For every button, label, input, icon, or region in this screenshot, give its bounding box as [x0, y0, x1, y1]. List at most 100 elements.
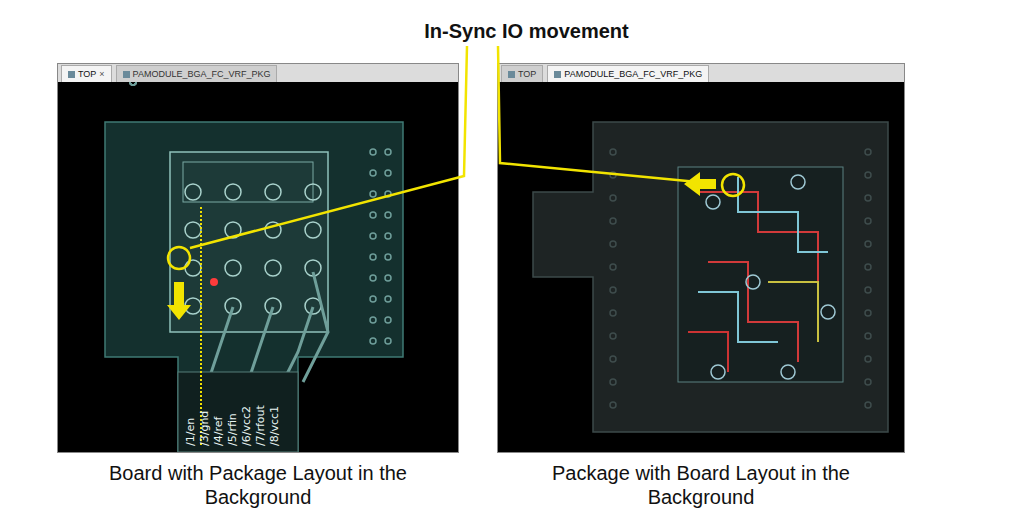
via-icon — [385, 170, 391, 176]
package-outline — [170, 152, 328, 332]
via-icon — [130, 82, 136, 85]
via-icon — [610, 333, 616, 339]
via-icon — [865, 241, 871, 247]
via-icon — [370, 233, 376, 239]
via-icon — [370, 149, 376, 155]
figure-title: In-Sync IO movement — [424, 20, 629, 43]
via-icon — [865, 379, 871, 385]
down-arrow-icon — [167, 282, 191, 320]
via-icon — [385, 191, 391, 197]
via-icon — [610, 172, 616, 178]
ball-pad-icon — [185, 260, 201, 276]
pin-label: /8/vcc1 — [268, 406, 281, 446]
tab-label: PAMODULE_BGA_FC_VRF_PKG — [133, 69, 271, 79]
layout-window: TOP× PAMODULE_BGA_FC_VRF_PKG/1/en/3/gnd/4… — [57, 63, 459, 453]
via-icon — [370, 212, 376, 218]
board-footprint — [678, 167, 843, 382]
tab-label: PAMODULE_BGA_FC_VRF_PKG — [564, 69, 702, 79]
via-icon — [370, 275, 376, 281]
layout-window: TOP PAMODULE_BGA_FC_VRF_PKG — [497, 63, 905, 453]
via-icon — [130, 82, 136, 85]
layout-canvas[interactable] — [498, 82, 904, 452]
tab-bar: TOP PAMODULE_BGA_FC_VRF_PKG — [498, 64, 904, 82]
figure-header: In-Sync IO movement — [0, 0, 1013, 63]
via-icon — [370, 170, 376, 176]
via-icon — [865, 195, 871, 201]
via-icon — [610, 356, 616, 362]
via-icon — [385, 338, 391, 344]
ball-pad-icon — [225, 260, 241, 276]
figure: In-Sync IO movementTOP×PAMODULE_BGA_FC_V… — [0, 0, 1013, 523]
via-icon — [865, 264, 871, 270]
via-icon — [610, 241, 616, 247]
via-icon — [130, 82, 136, 85]
via-icon — [130, 82, 136, 85]
via-icon — [370, 338, 376, 344]
board-outline — [105, 122, 403, 452]
via-icon — [610, 287, 616, 293]
ball-pad-icon — [185, 222, 201, 238]
package-layout — [498, 82, 904, 452]
via-icon — [370, 317, 376, 323]
via-icon — [130, 82, 136, 85]
via-icon — [610, 379, 616, 385]
ball-pad-icon — [265, 260, 281, 276]
editor-tab[interactable]: PAMODULE_BGA_FC_VRF_PKG — [116, 65, 278, 82]
layout-canvas[interactable]: /1/en/3/gnd/4/ref/5/rfin/6/vcc2/7/rfout/… — [58, 82, 458, 452]
via-icon — [610, 149, 616, 155]
component-area — [183, 162, 313, 202]
via-icon — [385, 233, 391, 239]
tab-bar: TOP× PAMODULE_BGA_FC_VRF_PKG — [58, 64, 458, 82]
board-layout: /1/en/3/gnd/4/ref/5/rfin/6/vcc2/7/rfout/… — [58, 82, 458, 452]
via-icon — [370, 296, 376, 302]
via-icon — [385, 149, 391, 155]
close-button[interactable]: × — [99, 69, 104, 79]
pin-label: /3/gnd — [198, 411, 211, 446]
ball-pad-icon — [265, 184, 281, 200]
layout-icon — [554, 71, 561, 78]
pin-label: /5/rfin — [226, 413, 239, 446]
highlight-circle-icon — [168, 247, 190, 269]
editor-tab[interactable]: TOP× — [61, 65, 112, 82]
via-icon — [865, 172, 871, 178]
via-icon — [130, 82, 136, 85]
annotation-overlay — [0, 0, 1013, 523]
via-icon — [130, 82, 136, 85]
via-icon — [865, 149, 871, 155]
pin-label: /4/ref — [212, 416, 225, 446]
via-icon — [865, 402, 871, 408]
tab-label: TOP — [78, 69, 96, 79]
ball-pad-icon — [185, 298, 201, 314]
via-icon — [865, 218, 871, 224]
layout-icon — [508, 71, 515, 78]
via-icon — [130, 82, 136, 85]
via-icon — [610, 402, 616, 408]
via-icon — [385, 212, 391, 218]
via-icon — [610, 195, 616, 201]
callout-line — [190, 46, 467, 248]
via-icon — [385, 254, 391, 260]
via-icon — [130, 82, 136, 85]
via-icon — [370, 254, 376, 260]
ball-pad-icon — [185, 184, 201, 200]
via-icon — [865, 333, 871, 339]
via-icon — [385, 296, 391, 302]
ball-pad-icon — [305, 184, 321, 200]
via-icon — [385, 317, 391, 323]
tab-label: TOP — [518, 69, 536, 79]
editor-tab[interactable]: TOP — [501, 65, 543, 82]
via-icon — [610, 264, 616, 270]
via-icon — [370, 191, 376, 197]
highlight-circle-icon — [722, 174, 744, 196]
layout-icon — [68, 71, 75, 78]
left-arrow-icon — [684, 172, 716, 196]
via-icon — [865, 310, 871, 316]
pin-label: /6/vcc2 — [240, 406, 253, 446]
editor-tab[interactable]: PAMODULE_BGA_FC_VRF_PKG — [547, 65, 709, 82]
via-icon — [385, 275, 391, 281]
figure-caption: Package with Board Layout in the Backgro… — [551, 461, 851, 509]
layout-icon — [123, 71, 130, 78]
screenshot-column: TOP PAMODULE_BGA_FC_VRF_PKG Package with B… — [497, 63, 905, 509]
via-icon — [610, 310, 616, 316]
via-icon — [865, 287, 871, 293]
